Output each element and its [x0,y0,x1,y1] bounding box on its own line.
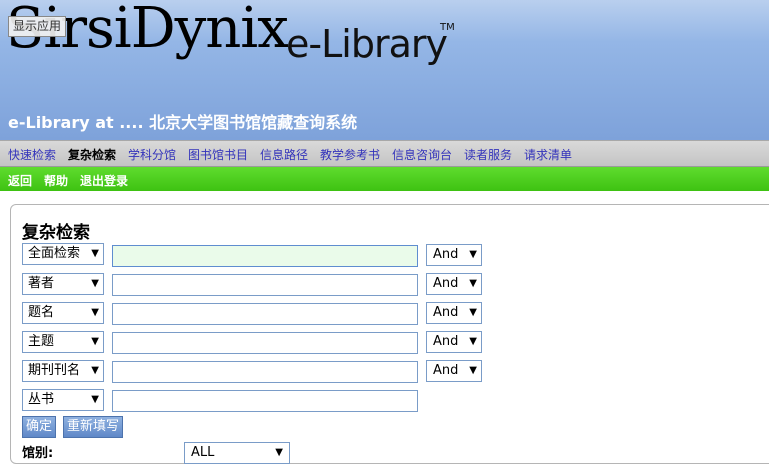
nav-reader-services[interactable]: 读者服务 [464,146,512,163]
field-select-value: 著者 [28,276,55,291]
library-select[interactable]: ALL ▼ [184,442,290,464]
search-term-input-4[interactable] [112,332,418,354]
action-bar: 返回 帮助 退出登录 [0,167,769,191]
bool-select-3[interactable]: And ▼ [426,302,482,324]
search-term-input-3[interactable] [112,303,418,325]
bool-select-value: And [433,334,459,349]
field-select-value: 题名 [28,305,55,320]
nav-info-paths[interactable]: 信息路径 [260,146,308,163]
help-link[interactable]: 帮助 [44,172,68,189]
bool-select-5[interactable]: And ▼ [426,360,482,382]
library-label: 馆别: [22,446,54,461]
field-select-2[interactable]: 著者 ▼ [22,273,104,295]
bool-select-2[interactable]: And ▼ [426,273,482,295]
bool-select-value: And [433,247,459,262]
dropdown-arrow-icon: ▼ [91,365,99,376]
main-nav: 快速检索 复杂检索 学科分馆 图书馆书目 信息路径 教学参考书 信息咨询台 读者… [0,140,769,167]
bool-select-value: And [433,305,459,320]
search-term-input-1[interactable] [112,245,418,267]
dropdown-arrow-icon: ▼ [91,278,99,289]
dropdown-arrow-icon: ▼ [469,249,477,260]
bool-select-value: And [433,276,459,291]
nav-course-reserves[interactable]: 教学参考书 [320,146,380,163]
nav-reference-desk[interactable]: 信息咨询台 [392,146,452,163]
field-select-value: 期刊刊名 [28,363,81,378]
logout-link[interactable]: 退出登录 [80,172,128,189]
trademark-mark: TM [440,22,455,33]
field-select-1[interactable]: 全面检索 ▼ [22,243,104,265]
nav-catalog[interactable]: 图书馆书目 [188,146,248,163]
dropdown-arrow-icon: ▼ [469,278,477,289]
field-select-value: 全面检索 [28,246,81,261]
dropdown-arrow-icon: ▼ [91,248,99,259]
nav-request-list[interactable]: 请求清单 [524,146,572,163]
header-banner: SirsiDynix e-Library TM 显示应用 e-Library a… [0,0,769,140]
search-term-input-2[interactable] [112,274,418,296]
e-library-logo: e-Library [286,22,448,66]
back-link[interactable]: 返回 [8,172,32,189]
bool-select-1[interactable]: And ▼ [426,244,482,266]
dropdown-arrow-icon: ▼ [91,336,99,347]
dropdown-arrow-icon: ▼ [91,394,99,405]
site-title: e-Library at .... 北京大学图书馆馆藏查询系统 [8,113,358,132]
field-select-value: 主题 [28,334,55,349]
dropdown-arrow-icon: ▼ [275,447,283,458]
show-app-button[interactable]: 显示应用 [8,16,67,37]
field-select-value: 丛书 [28,392,55,407]
field-select-6[interactable]: 丛书 ▼ [22,389,104,411]
nav-advanced-search[interactable]: 复杂检索 [68,146,116,163]
page-title: 复杂检索 [22,223,90,243]
search-term-input-6[interactable] [112,390,418,412]
field-select-3[interactable]: 题名 ▼ [22,302,104,324]
dropdown-arrow-icon: ▼ [469,365,477,376]
dropdown-arrow-icon: ▼ [91,307,99,318]
dropdown-arrow-icon: ▼ [469,307,477,318]
field-select-4[interactable]: 主题 ▼ [22,331,104,353]
field-select-5[interactable]: 期刊刊名 ▼ [22,360,104,382]
bool-select-4[interactable]: And ▼ [426,331,482,353]
dropdown-arrow-icon: ▼ [469,336,477,347]
nav-quick-search[interactable]: 快速检索 [8,146,56,163]
submit-button[interactable]: 确定 [22,416,57,438]
search-term-input-5[interactable] [112,361,418,383]
nav-subject-libraries[interactable]: 学科分馆 [128,146,176,163]
reset-button[interactable]: 重新填写 [63,416,124,438]
bool-select-value: And [433,363,459,378]
